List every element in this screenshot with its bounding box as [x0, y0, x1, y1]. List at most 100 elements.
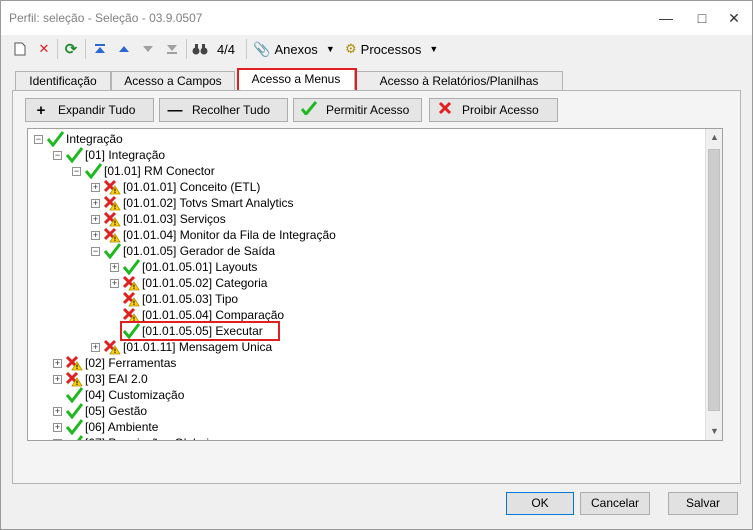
- collapse-node-icon[interactable]: −: [91, 246, 100, 256]
- anexos-button[interactable]: 📎 Anexos ▼: [253, 39, 341, 59]
- tab-acesso-relatorios[interactable]: Acesso à Relatórios/Planilhas: [355, 71, 563, 91]
- checkmark-icon[interactable]: [65, 403, 84, 420]
- checkmark-icon[interactable]: [65, 419, 84, 436]
- expand-node-icon[interactable]: +: [53, 422, 62, 432]
- chevron-down-icon: ▼: [429, 44, 439, 54]
- denied-warning-icon[interactable]: [122, 275, 140, 291]
- tree-node[interactable]: + [01.01.05.02] Categoria: [110, 275, 268, 291]
- maximize-icon[interactable]: □: [687, 7, 717, 29]
- previous-record-icon[interactable]: [115, 39, 133, 59]
- binoculars-icon[interactable]: [191, 39, 209, 59]
- tree-node[interactable]: + [01.01.03] Serviços: [91, 211, 227, 227]
- allow-access-button[interactable]: Permitir Acesso: [293, 98, 422, 122]
- expand-node-icon[interactable]: +: [91, 182, 100, 192]
- expand-node-icon[interactable]: +: [53, 406, 62, 416]
- tree-node-label: [01.01.03] Serviços: [123, 212, 226, 226]
- denied-warning-icon[interactable]: [103, 227, 121, 243]
- window-title: Perfil: seleção - Seleção - 03.9.0507: [9, 11, 203, 25]
- tree-node[interactable]: − [01] Integração: [53, 147, 166, 164]
- tree-node[interactable]: − [01.01.05] Gerador de Saída: [91, 243, 276, 260]
- last-record-icon[interactable]: [163, 39, 181, 59]
- tree-node[interactable]: + [05] Gestão: [53, 403, 148, 420]
- expand-node-icon[interactable]: +: [53, 358, 62, 368]
- checkmark-icon[interactable]: [65, 435, 84, 440]
- tree-node[interactable]: − Integração: [34, 131, 124, 148]
- new-record-icon[interactable]: [11, 39, 29, 59]
- plus-icon: +: [36, 101, 46, 119]
- expand-node-icon[interactable]: +: [53, 438, 62, 440]
- ok-button[interactable]: OK: [506, 492, 574, 515]
- tree-node[interactable]: − [01.01] RM Conector: [72, 163, 216, 180]
- tree-node[interactable]: + [01.01.01] Conceito (ETL): [91, 179, 261, 195]
- processos-label: Processos: [360, 41, 422, 57]
- tree-node[interactable]: + [02] Ferramentas: [53, 355, 177, 371]
- denied-warning-icon[interactable]: [103, 339, 121, 355]
- executar-highlight-box: [120, 321, 280, 341]
- expand-node-icon[interactable]: +: [91, 342, 100, 352]
- denied-warning-icon[interactable]: [103, 195, 121, 211]
- tab-identificacao[interactable]: Identificação: [15, 71, 111, 91]
- collapse-node-icon[interactable]: −: [34, 134, 43, 144]
- denied-warning-icon[interactable]: [122, 291, 140, 307]
- checkmark-icon[interactable]: [84, 163, 103, 180]
- cancel-button[interactable]: Cancelar: [580, 492, 650, 515]
- delete-icon[interactable]: ✕: [35, 39, 53, 59]
- menu-tree[interactable]: ▲ ▼ − Integração − [01] Integração − [01.01] …: [27, 128, 723, 441]
- checkmark-icon[interactable]: [103, 243, 122, 260]
- next-record-icon[interactable]: [139, 39, 157, 59]
- scroll-down-icon[interactable]: ▼: [706, 423, 722, 440]
- collapse-all-button[interactable]: — Recolher Tudo: [159, 98, 288, 122]
- collapse-node-icon[interactable]: −: [53, 150, 62, 160]
- expand-node-icon[interactable]: +: [110, 262, 119, 272]
- tree-node[interactable]: + [07] Permissões Globais: [53, 435, 216, 440]
- tree-node-label: [01.01.05.04] Comparação: [142, 308, 285, 322]
- expand-node-icon[interactable]: +: [110, 278, 119, 288]
- tree-node-label: [03] EAI 2.0: [85, 372, 148, 386]
- tree-node-label: [01.01.01] Conceito (ETL): [123, 180, 261, 194]
- expand-node-icon[interactable]: +: [91, 214, 100, 224]
- tree-scrollbar[interactable]: ▲ ▼: [705, 129, 722, 440]
- tree-node[interactable]: [01.01.05.03] Tipo: [110, 291, 239, 307]
- checkmark-icon[interactable]: [46, 131, 65, 148]
- tab-acesso-campos[interactable]: Acesso a Campos: [111, 71, 235, 91]
- tree-node-label: [01.01.02] Totvs Smart Analytics: [123, 196, 294, 210]
- first-record-icon[interactable]: [91, 39, 109, 59]
- tree-node[interactable]: [04] Customização: [53, 387, 185, 404]
- denied-warning-icon[interactable]: [103, 211, 121, 227]
- expand-node-icon[interactable]: +: [53, 374, 62, 384]
- tree-node[interactable]: + [01.01.04] Monitor da Fila de Integraçã…: [91, 227, 337, 243]
- deny-access-button[interactable]: Proibir Acesso: [429, 98, 558, 122]
- record-counter: 4/4: [216, 41, 236, 57]
- expand-node-icon[interactable]: +: [91, 230, 100, 240]
- checkmark-icon[interactable]: [65, 387, 84, 404]
- tree-node[interactable]: + [01.01.02] Totvs Smart Analytics: [91, 195, 295, 211]
- checkmark-icon[interactable]: [65, 147, 84, 164]
- save-button[interactable]: Salvar: [668, 492, 738, 515]
- tree-node[interactable]: + [01.01.11] Mensagem Unica: [91, 339, 273, 355]
- expand-all-button[interactable]: + Expandir Tudo: [25, 98, 154, 122]
- denied-warning-icon[interactable]: [65, 371, 83, 387]
- tree-node-label: [01.01.05.03] Tipo: [142, 292, 239, 306]
- tree-node[interactable]: + [01.01.05.01] Layouts: [110, 259, 258, 276]
- processos-button[interactable]: ⚙ Processos ▼: [345, 39, 445, 59]
- refresh-icon[interactable]: ⟳: [62, 39, 80, 59]
- expand-node-icon[interactable]: +: [91, 198, 100, 208]
- checkmark-icon[interactable]: [122, 259, 141, 276]
- scroll-thumb[interactable]: [708, 149, 720, 411]
- close-icon[interactable]: ✕: [719, 7, 749, 29]
- tree-node-label: [05] Gestão: [85, 404, 148, 418]
- collapse-node-icon[interactable]: −: [72, 166, 81, 176]
- tree-node[interactable]: + [03] EAI 2.0: [53, 371, 149, 387]
- paperclip-icon: 📎: [253, 40, 271, 57]
- denied-warning-icon[interactable]: [103, 179, 121, 195]
- tree-node-label: [01.01.04] Monitor da Fila de Integração: [123, 228, 336, 242]
- tree-node[interactable]: + [06] Ambiente: [53, 419, 159, 436]
- tree-node-label: [01.01.05] Gerador de Saída: [123, 244, 276, 258]
- scroll-up-icon[interactable]: ▲: [706, 129, 722, 146]
- minimize-icon[interactable]: —: [651, 7, 681, 29]
- denied-warning-icon[interactable]: [65, 355, 83, 371]
